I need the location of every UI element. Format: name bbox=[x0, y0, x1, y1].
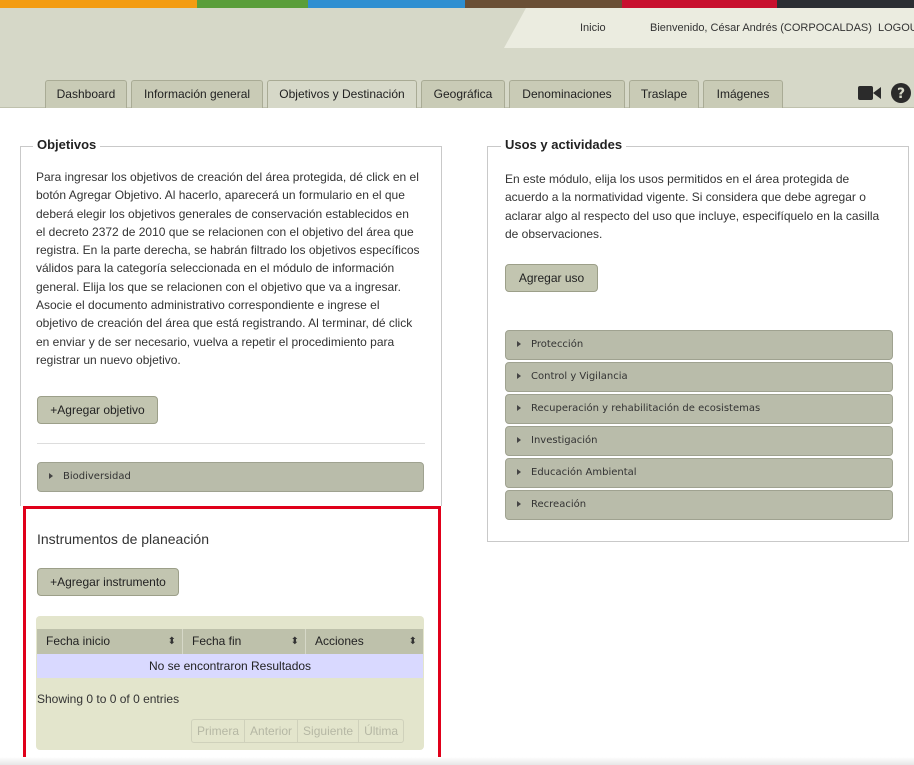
caret-right-icon bbox=[49, 473, 53, 479]
column-fecha-fin[interactable]: Fecha fin ⬍ bbox=[183, 629, 306, 654]
help-icon[interactable]: ? bbox=[890, 82, 912, 104]
strip-segment-blue bbox=[308, 0, 465, 8]
column-label: Acciones bbox=[315, 634, 364, 648]
caret-right-icon bbox=[517, 373, 521, 379]
usos-line: aclarar algo al respecto del uso que inc… bbox=[505, 208, 880, 223]
accordion-label: Investigación bbox=[531, 435, 598, 446]
pagination: Primera Anterior Siguiente Última bbox=[191, 719, 405, 743]
caret-right-icon bbox=[517, 469, 521, 475]
strip-segment-orange bbox=[0, 0, 197, 8]
objetivos-line: el decreto 2372 de 2010 que se relacione… bbox=[36, 224, 414, 239]
caret-right-icon bbox=[517, 437, 521, 443]
objetivos-line: Para ingresar los objetivos de creación … bbox=[36, 170, 419, 184]
divider bbox=[37, 443, 425, 444]
nav-home-link[interactable]: Inicio bbox=[580, 22, 606, 34]
usos-legend: Usos y actividades bbox=[501, 137, 627, 152]
tab-dashboard[interactable]: Dashboard bbox=[45, 80, 127, 108]
pager-previous-button[interactable]: Anterior bbox=[245, 720, 299, 742]
table-header: Fecha inicio ⬍ Fecha fin ⬍ Acciones ⬍ bbox=[37, 629, 423, 654]
add-instrumento-button[interactable]: +Agregar instrumento bbox=[37, 568, 179, 596]
logout-link[interactable]: LOGOU bbox=[878, 22, 914, 34]
pager-next-button[interactable]: Siguiente bbox=[298, 720, 360, 742]
objetivos-legend: Objetivos bbox=[33, 137, 101, 152]
accordion-investigacion[interactable]: Investigación bbox=[505, 426, 893, 456]
usos-description: En este módulo, elija los usos permitido… bbox=[505, 170, 905, 243]
accordion-control-vigilancia[interactable]: Control y Vigilancia bbox=[505, 362, 893, 392]
sort-icon: ⬍ bbox=[167, 636, 176, 647]
usos-line: acuerdo a la normatividad vigente. Si co… bbox=[505, 190, 866, 205]
bottom-shadow bbox=[0, 757, 914, 765]
accordion-recreacion[interactable]: Recreación bbox=[505, 490, 893, 520]
accordion-label: Recreación bbox=[531, 499, 587, 510]
caret-right-icon bbox=[517, 341, 521, 347]
objetivos-line: deberá elegir los objetivos generales de… bbox=[36, 206, 409, 221]
objetivos-line: botón Agregar Objetivo. Al hacerlo, apar… bbox=[36, 188, 405, 203]
add-objetivo-button[interactable]: +Agregar objetivo bbox=[37, 396, 158, 424]
sort-icon: ⬍ bbox=[408, 636, 417, 647]
objetivos-line: Asocie el documento administrativo corre… bbox=[36, 298, 380, 313]
tab-imagenes[interactable]: Imágenes bbox=[703, 80, 783, 108]
instrumentos-title: Instrumentos de planeación bbox=[37, 531, 209, 547]
column-label: Fecha inicio bbox=[46, 634, 111, 648]
objetivos-line: en enviar y de ser necesario, vuelva a r… bbox=[36, 334, 395, 349]
tab-traslape[interactable]: Traslape bbox=[629, 80, 699, 108]
accordion-label: Recuperación y rehabilitación de ecosist… bbox=[531, 403, 761, 414]
column-fecha-inicio[interactable]: Fecha inicio ⬍ bbox=[37, 629, 183, 654]
accordion-label: Protección bbox=[531, 339, 584, 350]
objetivos-line: registra. En la parte derecha, se habrán… bbox=[36, 243, 420, 258]
tab-geografica[interactable]: Geográfica bbox=[421, 80, 505, 108]
objetivos-line: válidos para la categoría seleccionada e… bbox=[36, 261, 395, 276]
svg-text:?: ? bbox=[897, 86, 905, 102]
objetivos-line: objetivo de creación del área que está r… bbox=[36, 316, 413, 331]
tab-denominaciones[interactable]: Denominaciones bbox=[509, 80, 625, 108]
usos-line: En este módulo, elija los usos permitido… bbox=[505, 172, 850, 186]
tab-informacion-general[interactable]: Información general bbox=[131, 80, 263, 108]
accordion-label: Biodiversidad bbox=[63, 471, 131, 482]
strip-segment-dark bbox=[777, 0, 914, 8]
table-empty-row: No se encontraron Resultados bbox=[37, 654, 423, 678]
pager-first-button[interactable]: Primera bbox=[192, 720, 246, 742]
strip-segment-red bbox=[622, 0, 777, 8]
objetivos-description: Para ingresar los objetivos de creación … bbox=[36, 168, 436, 369]
sort-icon: ⬍ bbox=[290, 636, 299, 647]
strip-segment-brown bbox=[465, 0, 622, 8]
brand-color-strip bbox=[0, 0, 914, 8]
tab-objetivos-destinacion[interactable]: Objetivos y Destinación bbox=[267, 80, 417, 108]
welcome-user-text: Bienvenido, César Andrés (CORPOCALDAS) bbox=[650, 22, 872, 34]
usos-line: de observaciones. bbox=[505, 226, 603, 241]
add-uso-button[interactable]: Agregar uso bbox=[505, 264, 598, 292]
top-nav: Inicio Bienvenido, César Andrés (CORPOCA… bbox=[504, 8, 914, 48]
column-acciones[interactable]: Acciones ⬍ bbox=[306, 629, 423, 654]
pager-last-button[interactable]: Última bbox=[359, 720, 403, 742]
header: Inicio Bienvenido, César Andrés (CORPOCA… bbox=[0, 8, 914, 70]
caret-right-icon bbox=[517, 501, 521, 507]
caret-right-icon bbox=[517, 405, 521, 411]
accordion-label: Educación Ambiental bbox=[531, 467, 637, 478]
strip-segment-green bbox=[197, 0, 308, 8]
objetivos-line: general. Elija los que se relacionen con… bbox=[36, 279, 401, 294]
video-camera-icon[interactable] bbox=[858, 85, 882, 101]
accordion-biodiversidad[interactable]: Biodiversidad bbox=[37, 462, 424, 492]
accordion-educacion-ambiental[interactable]: Educación Ambiental bbox=[505, 458, 893, 488]
accordion-recuperacion[interactable]: Recuperación y rehabilitación de ecosist… bbox=[505, 394, 893, 424]
accordion-proteccion[interactable]: Protección bbox=[505, 330, 893, 360]
table-info: Showing 0 to 0 of 0 entries bbox=[37, 692, 180, 706]
accordion-label: Control y Vigilancia bbox=[531, 371, 628, 382]
column-label: Fecha fin bbox=[192, 634, 242, 648]
objetivos-line: registrar un nuevo objetivo. bbox=[36, 352, 181, 367]
tab-bar: Dashboard Información general Objetivos … bbox=[0, 70, 914, 108]
